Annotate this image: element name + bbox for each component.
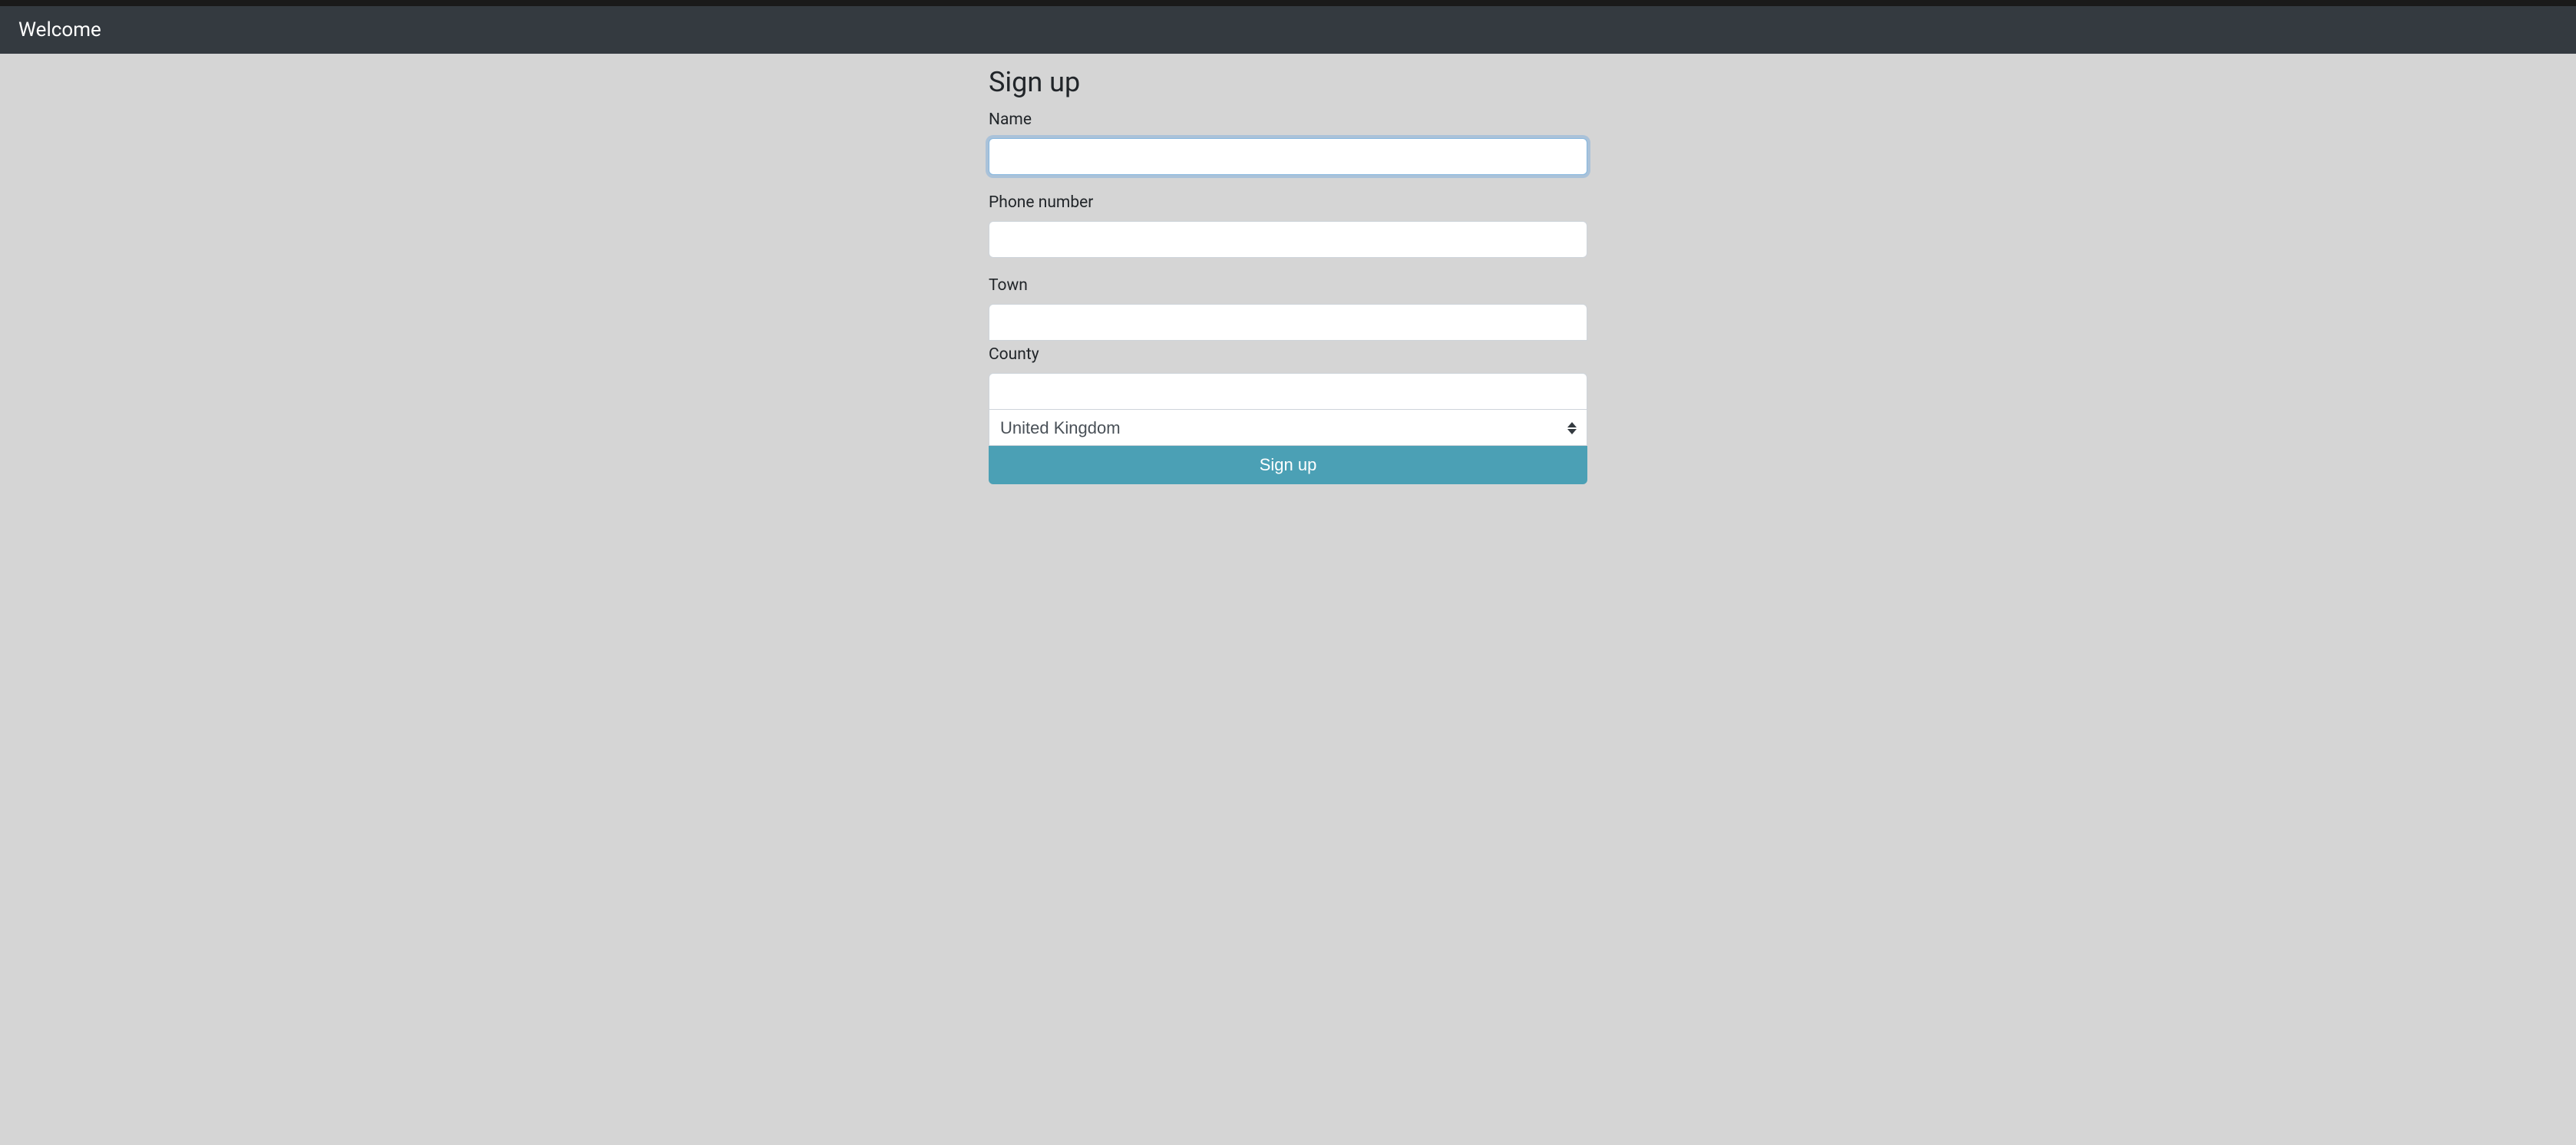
name-group: Name xyxy=(989,111,1587,175)
town-input[interactable] xyxy=(989,304,1587,341)
form-container: Sign up Name Phone number Town County Un… xyxy=(989,54,1587,497)
page-title: Sign up xyxy=(989,66,1587,98)
country-select[interactable]: United Kingdom xyxy=(989,409,1587,446)
phone-input[interactable] xyxy=(989,221,1587,258)
town-group: Town xyxy=(989,276,1587,341)
browser-top-bar xyxy=(0,0,2576,6)
signup-button[interactable]: Sign up xyxy=(989,446,1587,484)
phone-label: Phone number xyxy=(989,193,1587,212)
county-group: County United Kingdom xyxy=(989,345,1587,446)
name-label: Name xyxy=(989,111,1587,129)
country-select-wrapper: United Kingdom xyxy=(989,410,1587,446)
phone-group: Phone number xyxy=(989,193,1587,258)
county-input[interactable] xyxy=(989,373,1587,410)
navbar-brand[interactable]: Welcome xyxy=(18,18,101,41)
county-label: County xyxy=(989,345,1587,364)
navbar: Welcome xyxy=(0,6,2576,54)
signup-form: Name Phone number Town County United Kin… xyxy=(989,111,1587,484)
name-input[interactable] xyxy=(989,138,1587,175)
town-label: Town xyxy=(989,276,1587,295)
